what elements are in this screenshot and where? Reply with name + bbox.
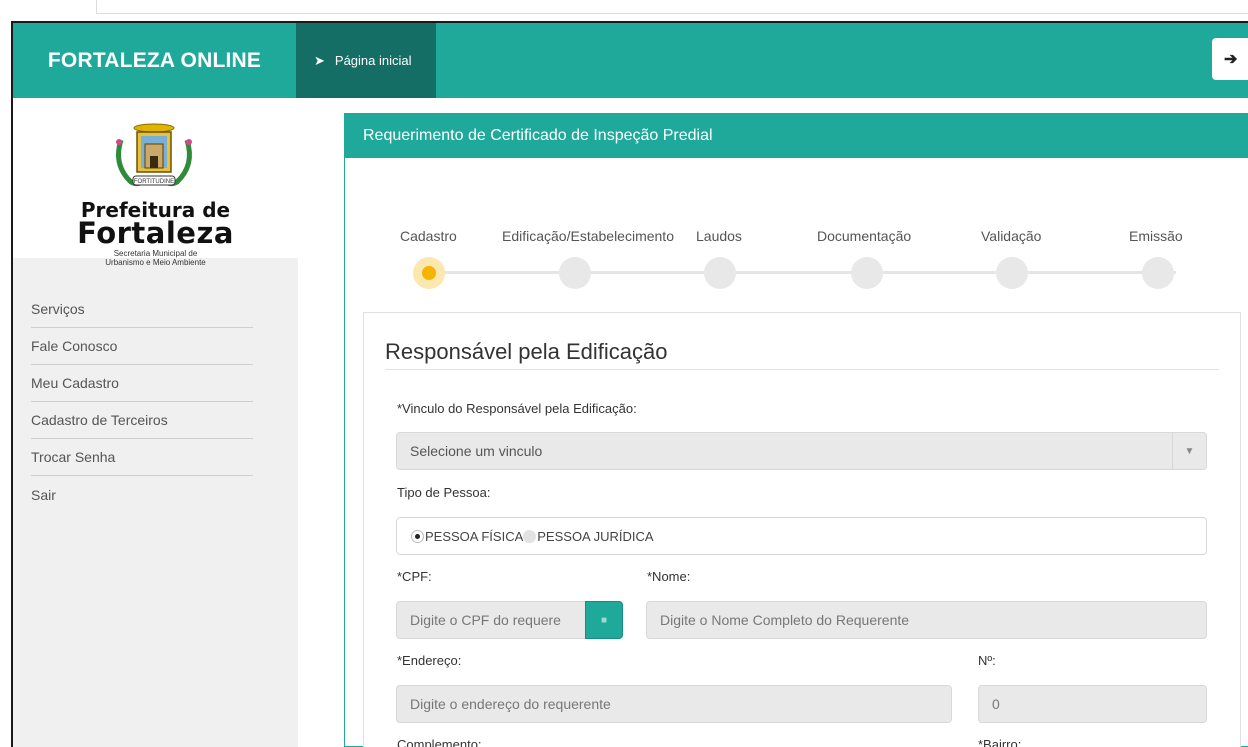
- nav-home-link[interactable]: ➤ Página inicial: [296, 23, 436, 98]
- sidebar-menu: Serviços Fale Conosco Meu Cadastro Cadas…: [31, 291, 253, 513]
- radio-pessoa-juridica[interactable]: PESSOA JURÍDICA: [523, 528, 654, 544]
- step-label-edificacao[interactable]: Edificação/Estabelecimento: [502, 228, 674, 244]
- nome-input[interactable]: Digite o Nome Completo do Requerente: [646, 601, 1207, 639]
- numero-label: Nº:: [978, 653, 996, 668]
- sidebar-item-fale-conosco[interactable]: Fale Conosco: [31, 328, 253, 365]
- vinculo-label: *Vinculo do Responsável pela Edificação:: [397, 401, 637, 416]
- vinculo-select-value: Selecione um vinculo: [410, 443, 543, 459]
- numero-input[interactable]: 0: [978, 685, 1207, 723]
- tipo-pessoa-label: Tipo de Pessoa:: [397, 485, 491, 500]
- radio-pessoa-fisica-label: PESSOA FÍSICA: [425, 528, 524, 544]
- brand-title[interactable]: FORTALEZA ONLINE: [13, 23, 296, 98]
- step-dot-validacao[interactable]: [996, 257, 1028, 289]
- nome-label: *Nome:: [647, 569, 691, 584]
- crest-motto: FORTITUDINE: [134, 179, 174, 185]
- tipo-pessoa-group: PESSOA FÍSICA PESSOA JURÍDICA: [396, 517, 1207, 555]
- prefeitura-logo: FORTITUDINE Prefeitura de Fortaleza Secr…: [13, 98, 298, 267]
- step-label-laudos[interactable]: Laudos: [696, 228, 742, 244]
- sidebar-item-cadastro-terceiros[interactable]: Cadastro de Terceiros: [31, 402, 253, 439]
- sidebar-item-servicos[interactable]: Serviços: [31, 291, 253, 328]
- app-frame: FORTALEZA ONLINE ➤ Página inicial ➔ FORT…: [0, 0, 1248, 747]
- step-dot-edificacao[interactable]: [559, 257, 591, 289]
- radio-checked-icon: [411, 529, 424, 543]
- cpf-input[interactable]: Digite o CPF do requere: [396, 601, 586, 639]
- nav-home-label: Página inicial: [334, 53, 412, 68]
- endereco-input[interactable]: Digite o endereço do requerente: [396, 685, 952, 723]
- cpf-label: *CPF:: [397, 569, 432, 584]
- endereco-placeholder: Digite o endereço do requerente: [410, 696, 611, 712]
- logo-line-4: Urbanismo e Meio Ambiente: [105, 258, 206, 267]
- top-header: FORTALEZA ONLINE ➤ Página inicial ➔: [13, 23, 1248, 98]
- step-dot-laudos[interactable]: [704, 257, 736, 289]
- step-label-validacao[interactable]: Validação: [981, 228, 1041, 244]
- cpf-placeholder: Digite o CPF do requere: [410, 612, 561, 628]
- sidebar-item-sair[interactable]: Sair: [31, 476, 253, 513]
- sidebar-item-trocar-senha[interactable]: Trocar Senha: [31, 439, 253, 476]
- main-panel: Requerimento de Certificado de Inspeção …: [344, 113, 1248, 747]
- step-dot-emissao[interactable]: [1142, 257, 1174, 289]
- logo-line-3: Secretaria Municipal de: [113, 249, 198, 258]
- location-arrow-icon: ➤: [314, 52, 325, 68]
- panel-title: Requerimento de Certificado de Inspeção …: [345, 114, 1248, 158]
- step-label-emissao[interactable]: Emissão: [1129, 228, 1183, 244]
- sidebar: FORTITUDINE Prefeitura de Fortaleza Secr…: [13, 98, 298, 747]
- radio-unchecked-icon: [523, 529, 537, 543]
- nome-placeholder: Digite o Nome Completo do Requerente: [660, 612, 910, 628]
- progress-steps: Cadastro Edificação/Estabelecimento Laud…: [345, 184, 1248, 294]
- section-divider: [385, 369, 1219, 370]
- url-bar[interactable]: [96, 0, 1248, 14]
- arrow-right-icon: ➔: [1224, 51, 1238, 68]
- endereco-label: *Endereço:: [397, 653, 462, 668]
- complemento-label: Complemento:: [397, 737, 482, 747]
- cpf-search-button[interactable]: ■: [585, 601, 623, 639]
- exit-button[interactable]: ➔: [1212, 38, 1248, 80]
- step-label-cadastro[interactable]: Cadastro: [400, 228, 457, 244]
- numero-value: 0: [992, 696, 1000, 712]
- city-crest-icon: FORTITUDINE: [116, 123, 192, 187]
- vinculo-select[interactable]: Selecione um vinculo ▼: [396, 432, 1207, 470]
- browser-strip: [0, 0, 1248, 22]
- bairro-label: *Bairro:: [978, 737, 1022, 747]
- radio-pessoa-fisica[interactable]: PESSOA FÍSICA: [411, 529, 523, 544]
- logo-line-2: Fortaleza: [77, 216, 234, 250]
- step-dot-cadastro[interactable]: [413, 257, 445, 289]
- radio-pessoa-juridica-label: PESSOA JURÍDICA: [537, 528, 654, 544]
- step-dot-documentacao[interactable]: [851, 257, 883, 289]
- section-title: Responsável pela Edificação: [385, 339, 668, 364]
- search-icon: ■: [600, 614, 608, 626]
- step-track: [431, 271, 1176, 274]
- form-card: Responsável pela Edificação *Vinculo do …: [363, 312, 1241, 747]
- step-label-documentacao[interactable]: Documentação: [817, 228, 911, 244]
- chevron-down-icon: ▼: [1172, 433, 1206, 469]
- sidebar-item-meu-cadastro[interactable]: Meu Cadastro: [31, 365, 253, 402]
